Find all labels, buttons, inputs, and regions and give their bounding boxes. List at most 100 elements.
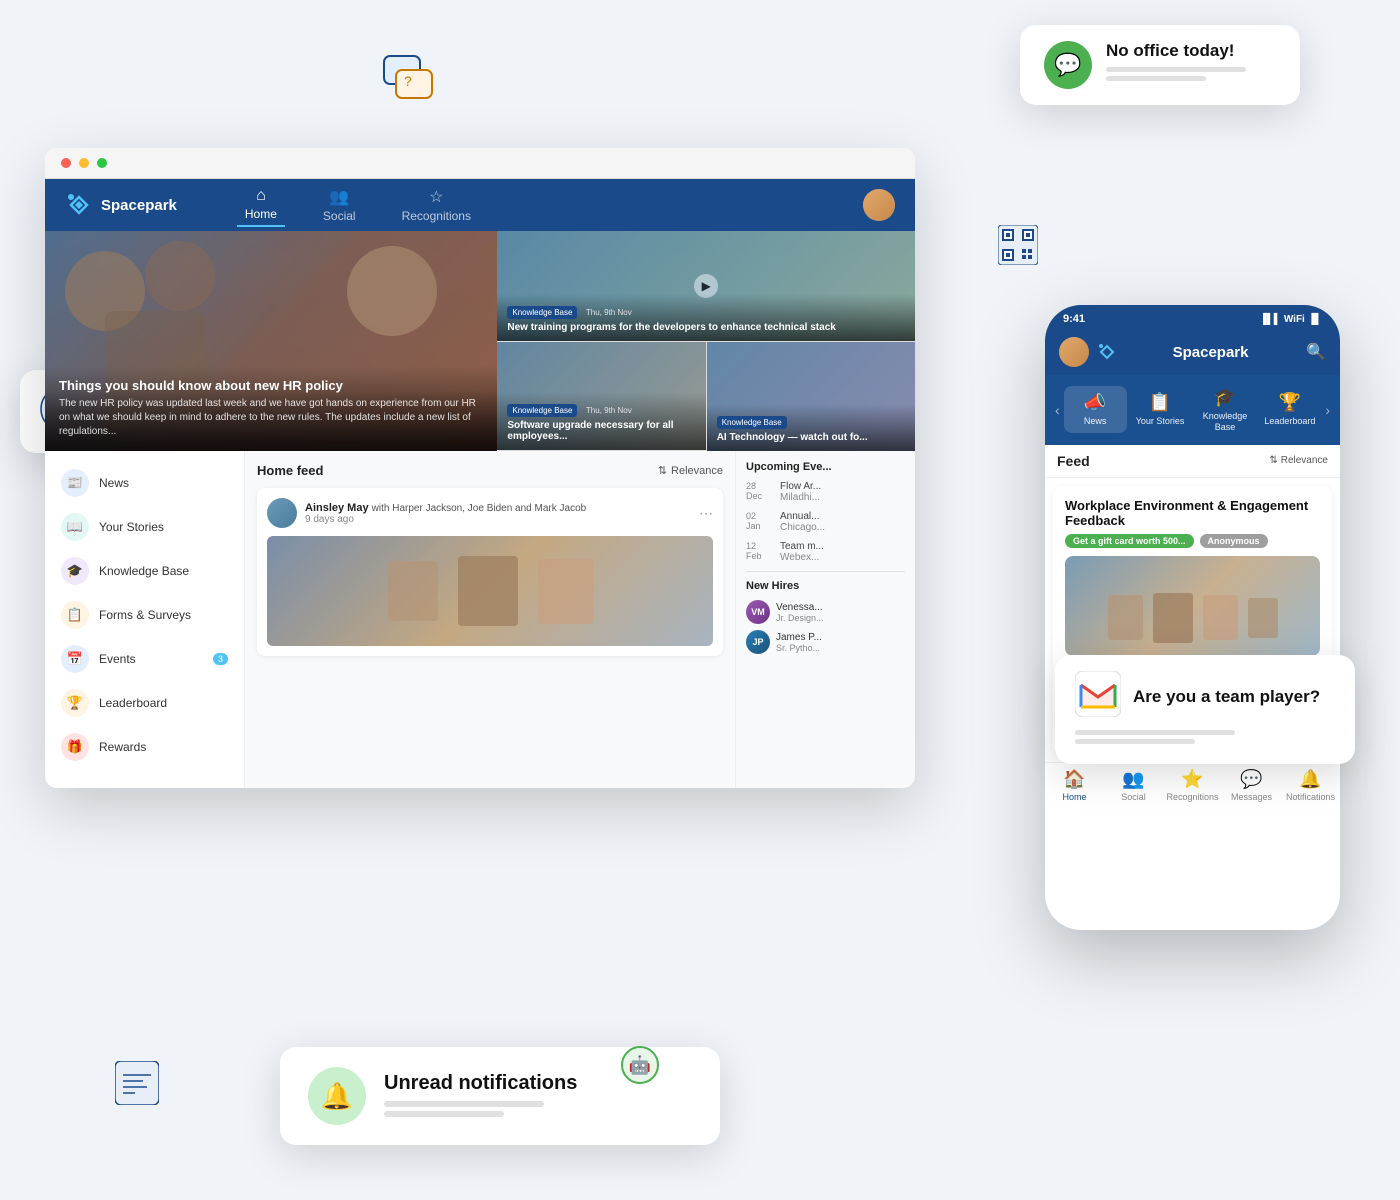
sidebar-rewards-label: Rewards bbox=[99, 740, 146, 754]
hire-1-info: Venessa... Jr. Design... bbox=[776, 602, 824, 623]
avatar-image bbox=[863, 189, 895, 221]
sidebar-events-label: Events bbox=[99, 652, 136, 666]
sidebar-item-news[interactable]: 📰 News bbox=[45, 461, 244, 505]
team-bar-1 bbox=[1075, 730, 1235, 735]
sidebar-item-your-stories[interactable]: 📖 Your Stories bbox=[45, 505, 244, 549]
sidebar-knowledge-label: Knowledge Base bbox=[99, 564, 189, 578]
app-logo: Spacepark bbox=[65, 191, 177, 219]
deco-chat-icon: ? bbox=[380, 52, 436, 113]
svg-text:?: ? bbox=[404, 73, 412, 89]
sidebar-item-knowledge-base[interactable]: 🎓 Knowledge Base bbox=[45, 549, 244, 593]
team-player-card: Are you a team player? bbox=[1055, 655, 1355, 764]
feed-header: Home feed ⇅ Relevance bbox=[257, 463, 723, 478]
post-author-name: Ainsley May with Harper Jackson, Joe Bid… bbox=[305, 502, 586, 514]
sidebar-item-rewards[interactable]: 🎁 Rewards bbox=[45, 725, 244, 769]
hero-card-3[interactable]: Knowledge Base AI Technology — watch out… bbox=[707, 342, 915, 452]
deco-bot-icon: 🤖 bbox=[620, 1045, 660, 1090]
hero-main-desc: The new HR policy was updated last week … bbox=[59, 397, 483, 439]
event-1-info: Flow Ar... Miladhi... bbox=[780, 481, 821, 503]
browser-minimize-dot[interactable] bbox=[79, 158, 89, 168]
event-item-1: 28Dec Flow Ar... Miladhi... bbox=[746, 481, 905, 503]
hero-overlay: Things you should know about new HR poli… bbox=[45, 366, 497, 451]
hero-card-2-title: Software upgrade necessary for all emplo… bbox=[507, 420, 695, 442]
event-2-info: Annual... Chicago... bbox=[780, 511, 825, 533]
feed-area: Home feed ⇅ Relevance Ainsley May with H… bbox=[245, 451, 735, 788]
event-3-date: 12Feb bbox=[746, 541, 774, 563]
hero-main[interactable]: Things you should know about new HR poli… bbox=[45, 231, 497, 451]
feed-post: Ainsley May with Harper Jackson, Joe Bid… bbox=[257, 488, 723, 656]
post-menu-icon[interactable]: ⋯ bbox=[699, 505, 713, 522]
browser-maximize-dot[interactable] bbox=[97, 158, 107, 168]
hero-card-1-date: Thu, 9th Nov bbox=[586, 308, 632, 317]
hero-card-3-overlay: Knowledge Base AI Technology — watch out… bbox=[707, 404, 915, 451]
card-img-inner bbox=[1065, 556, 1320, 656]
events-icon: 📅 bbox=[61, 645, 89, 673]
team-bar-2 bbox=[1075, 739, 1195, 744]
event-2-date: 02Jan bbox=[746, 511, 774, 533]
hero-bottom-cards: Knowledge Base Thu, 9th Nov Software upg… bbox=[497, 342, 915, 452]
notif-content: Unread notifications bbox=[384, 1072, 577, 1121]
hire-item-1: VM Venessa... Jr. Design... bbox=[746, 600, 905, 624]
team-card-title-text: Are you a team player? bbox=[1133, 687, 1320, 707]
hero-card-1-tag: Knowledge Base bbox=[507, 306, 577, 319]
notif-bar-2 bbox=[384, 1111, 504, 1117]
sidebar-leaderboard-label: Leaderboard bbox=[99, 696, 167, 710]
svg-text:🤖: 🤖 bbox=[629, 1054, 651, 1075]
right-panel: Upcoming Eve... 28Dec Flow Ar... Miladhi… bbox=[735, 451, 915, 788]
post-image bbox=[267, 536, 713, 646]
hero-card-1[interactable]: ▶ Knowledge Base Thu, 9th Nov New traini… bbox=[497, 231, 915, 342]
hire-2-avatar: JP bbox=[746, 630, 770, 654]
event-3-info: Team m... Webex... bbox=[780, 541, 824, 563]
office-today-card: 💬 No office today! bbox=[1020, 25, 1300, 105]
home-icon: ⌂ bbox=[256, 187, 266, 205]
hero-card-1-overlay: Knowledge Base Thu, 9th Nov New training… bbox=[497, 294, 915, 341]
sidebar-item-leaderboard[interactable]: 🏆 Leaderboard bbox=[45, 681, 244, 725]
hero-right-cards: ▶ Knowledge Base Thu, 9th Nov New traini… bbox=[497, 231, 915, 451]
nav-tab-home[interactable]: ⌂ Home bbox=[237, 183, 285, 227]
nav-tab-recognitions[interactable]: ☆ Recognitions bbox=[394, 183, 479, 227]
post-img-content bbox=[267, 536, 713, 646]
feed-title: Home feed bbox=[257, 463, 323, 478]
post-avatar bbox=[267, 498, 297, 528]
nav-tab-social[interactable]: 👥 Social bbox=[315, 183, 364, 227]
hero-card-2-tag: Knowledge Base bbox=[507, 404, 577, 417]
browser-window: Spacepark ⌂ Home 👥 Social ☆ Recognitions bbox=[45, 148, 915, 788]
sidebar-item-events[interactable]: 📅 Events 3 bbox=[45, 637, 244, 681]
hero-card-3-title: AI Technology — watch out fo... bbox=[717, 432, 905, 443]
sidebar-item-forms[interactable]: 📋 Forms & Surveys bbox=[45, 593, 244, 637]
browser-close-dot[interactable] bbox=[61, 158, 71, 168]
forms-icon: 📋 bbox=[61, 601, 89, 629]
office-card-content: No office today! bbox=[1106, 41, 1246, 85]
office-bar-1 bbox=[1106, 67, 1246, 72]
message-icon: 💬 bbox=[1044, 41, 1092, 89]
events-badge: 3 bbox=[213, 653, 228, 665]
nav-tabs: ⌂ Home 👥 Social ☆ Recognitions bbox=[237, 183, 863, 227]
social-icon: 👥 bbox=[329, 187, 349, 207]
office-card-title: No office today! bbox=[1106, 41, 1246, 61]
hire-1-avatar: VM bbox=[746, 600, 770, 624]
post-with: with Harper Jackson, Joe Biden and Mark … bbox=[372, 503, 587, 514]
hero-card-3-tag: Knowledge Base bbox=[717, 416, 787, 429]
event-item-3: 12Feb Team m... Webex... bbox=[746, 541, 905, 563]
hero-card-2-overlay: Knowledge Base Thu, 9th Nov Software upg… bbox=[497, 392, 705, 450]
notif-bar-1 bbox=[384, 1101, 544, 1107]
deco-code-icon bbox=[115, 1061, 159, 1110]
panel-divider bbox=[746, 571, 905, 572]
hero-area: Things you should know about new HR poli… bbox=[45, 231, 915, 451]
new-hires-title: New Hires bbox=[746, 580, 905, 592]
hero-card-2[interactable]: Knowledge Base Thu, 9th Nov Software upg… bbox=[497, 342, 706, 452]
team-title: Are you a team player? bbox=[1133, 687, 1320, 707]
relevance-button[interactable]: ⇅ Relevance bbox=[658, 464, 723, 477]
recognitions-icon: ☆ bbox=[429, 187, 443, 207]
post-header: Ainsley May with Harper Jackson, Joe Bid… bbox=[267, 498, 713, 528]
rewards-icon: 🎁 bbox=[61, 733, 89, 761]
gmail-icon bbox=[1075, 671, 1121, 722]
sidebar-news-label: News bbox=[99, 476, 129, 490]
sidebar-forms-label: Forms & Surveys bbox=[99, 608, 191, 622]
user-avatar[interactable] bbox=[863, 189, 895, 221]
hire-2-info: James P... Sr. Pytho... bbox=[776, 632, 822, 653]
sort-icon: ⇅ bbox=[658, 464, 667, 477]
logo-svg bbox=[65, 191, 93, 219]
post-time: 9 days ago bbox=[305, 514, 586, 525]
hero-card-1-title: New training programs for the developers… bbox=[507, 322, 905, 333]
